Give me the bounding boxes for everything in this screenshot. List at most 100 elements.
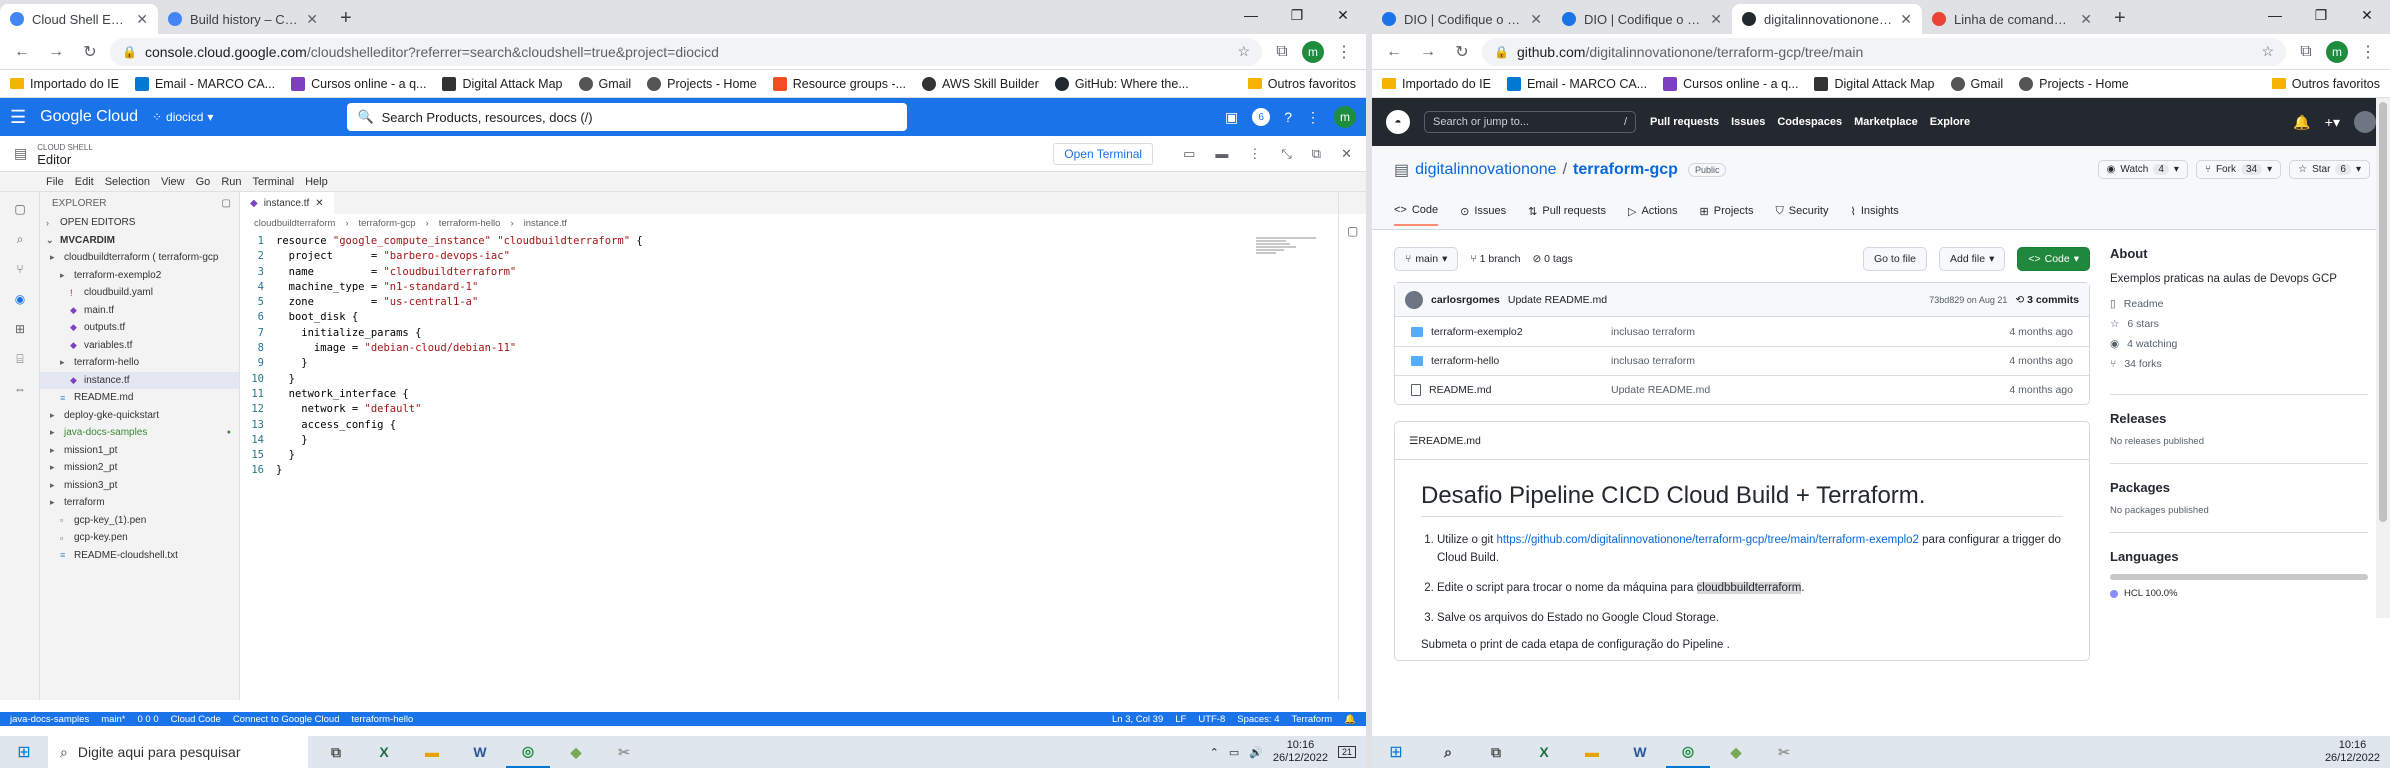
new-tab-button[interactable]: + bbox=[328, 4, 364, 34]
source-control-icon[interactable]: ⑂ bbox=[12, 262, 28, 278]
close-window-icon[interactable]: ✕ bbox=[2344, 0, 2390, 30]
author-avatar[interactable] bbox=[1405, 290, 1423, 309]
fork-button[interactable]: ⑂ Fork 34 ▾ bbox=[2195, 160, 2282, 179]
bookmark-item[interactable]: Projects - Home bbox=[647, 76, 757, 91]
gcp-search-input[interactable]: 🔍 Search Products, resources, docs (/) bbox=[347, 103, 908, 131]
tab-cloud-shell[interactable]: Cloud Shell Editor – Cloud Shell I ✕ bbox=[0, 4, 158, 34]
tree-item[interactable]: ▸ terraform bbox=[40, 494, 239, 512]
file-name[interactable]: terraform-hello bbox=[1411, 355, 1611, 367]
help-icon[interactable]: ? bbox=[1284, 109, 1292, 125]
excel-icon[interactable]: X bbox=[1522, 736, 1566, 768]
bookmark-star-icon[interactable]: ☆ bbox=[2261, 43, 2274, 60]
tree-item[interactable]: ◆ outputs.tf bbox=[40, 319, 239, 337]
status-cursor[interactable]: Ln 3, Col 39 bbox=[1112, 714, 1163, 725]
releases-title[interactable]: Releases bbox=[2110, 411, 2368, 426]
open-editors-section[interactable]: › OPEN EDITORS bbox=[40, 214, 239, 232]
chrome-icon[interactable]: ◎ bbox=[1666, 736, 1710, 768]
commit-meta[interactable]: 73bd829 on Aug 21 bbox=[1929, 295, 2007, 305]
file-row[interactable]: terraform-hello inclusao terraform 4 month… bbox=[1395, 346, 2089, 375]
menu-selection[interactable]: Selection bbox=[105, 176, 150, 188]
status-encoding[interactable]: UTF-8 bbox=[1198, 714, 1225, 725]
menu-help[interactable]: Help bbox=[305, 176, 328, 188]
readme-link[interactable]: ▯ Readme bbox=[2110, 298, 2368, 310]
bookmark-item[interactable]: Digital Attack Map bbox=[442, 76, 563, 91]
bookmark-item[interactable]: Cursos online - a q... bbox=[291, 76, 426, 91]
editor-tab-instance[interactable]: ◆ instance.tf ✕ bbox=[240, 192, 334, 214]
windows-start-icon[interactable]: ⊞ bbox=[1372, 736, 1420, 768]
commits-link[interactable]: ⟲ 3 commits bbox=[2015, 294, 2079, 306]
github-logo-icon[interactable]: ◓ bbox=[1386, 110, 1410, 134]
task-view-icon[interactable]: ⧉ bbox=[1474, 736, 1518, 768]
menu-file[interactable]: File bbox=[46, 176, 64, 188]
tree-item[interactable]: ◆ main.tf bbox=[40, 302, 239, 320]
snipping-tool-icon[interactable]: ✂ bbox=[602, 736, 646, 768]
tree-item[interactable]: ▸ java-docs-samples ● bbox=[40, 424, 239, 442]
bookmark-item[interactable]: Gmail bbox=[578, 76, 631, 91]
minimize-panel-icon[interactable]: ⤡ bbox=[1281, 146, 1291, 162]
tree-item[interactable]: ▸ mission1_pt bbox=[40, 442, 239, 460]
tab-insights[interactable]: ⌇ Insights bbox=[1851, 204, 1899, 226]
go-to-file-button[interactable]: Go to file bbox=[1863, 247, 1928, 271]
windows-start-icon[interactable]: ⊞ bbox=[0, 736, 48, 768]
app-icon[interactable]: ◆ bbox=[1714, 736, 1758, 768]
status-indent[interactable]: Spaces: 4 bbox=[1237, 714, 1279, 725]
tab-dio-1[interactable]: DIO | Codifique o seu f ✕ bbox=[1372, 4, 1552, 34]
close-icon[interactable]: ✕ bbox=[1341, 146, 1352, 162]
watching-link[interactable]: ◉ 4 watching bbox=[2110, 338, 2368, 350]
bookmark-item[interactable]: Gmail bbox=[1950, 76, 2003, 91]
back-icon[interactable]: ← bbox=[1380, 43, 1408, 61]
forward-icon[interactable]: → bbox=[42, 43, 70, 61]
menu-run[interactable]: Run bbox=[221, 176, 241, 188]
status-project[interactable]: java-docs-samples bbox=[10, 714, 89, 725]
tree-item[interactable]: ◆ instance.tf bbox=[40, 371, 239, 389]
extensions-icon[interactable]: ⊞ bbox=[12, 322, 28, 338]
tab-issues[interactable]: ⊙ Issues bbox=[1460, 204, 1506, 226]
bookmark-item[interactable]: Resource groups -... bbox=[772, 76, 906, 91]
nav-explore[interactable]: Explore bbox=[1930, 116, 1970, 128]
list-icon[interactable]: ☰ bbox=[1409, 435, 1418, 447]
webcam-preview-icon[interactable]: ▭ bbox=[1183, 146, 1195, 162]
status-eol[interactable]: LF bbox=[1175, 714, 1186, 725]
tags-link[interactable]: ⊘ 0 tags bbox=[1532, 253, 1572, 265]
close-tab-icon[interactable]: ✕ bbox=[1710, 11, 1722, 28]
nav-issues[interactable]: Issues bbox=[1731, 116, 1765, 128]
cloud-code-icon[interactable]: ◉ bbox=[12, 292, 28, 308]
minimize-icon[interactable]: — bbox=[1228, 0, 1274, 30]
tree-item[interactable]: ◆ variables.tf bbox=[40, 337, 239, 355]
bookmark-item[interactable]: Email - MARCO CA... bbox=[1506, 76, 1647, 91]
layout-icon[interactable]: ▬ bbox=[1215, 146, 1228, 162]
tab-build-history[interactable]: Build history – Cloud Build – dioc ✕ bbox=[158, 4, 328, 34]
workspace-section[interactable]: ⌄ MVCARDIM bbox=[40, 232, 239, 250]
volume-icon[interactable]: 🔊 bbox=[1249, 746, 1263, 759]
bookmark-item[interactable]: Outros favoritos bbox=[1247, 77, 1356, 91]
extensions-icon[interactable]: ⧉ bbox=[2292, 43, 2320, 61]
code-button[interactable]: <> Code ▾ bbox=[2017, 247, 2090, 271]
close-tab-icon[interactable]: ✕ bbox=[1530, 11, 1542, 28]
nav-codespaces[interactable]: Codespaces bbox=[1777, 116, 1842, 128]
file-row[interactable]: README.md Update README.md 4 months ago bbox=[1395, 375, 2089, 404]
add-file-button[interactable]: Add file ▾ bbox=[1939, 247, 2006, 271]
status-cloud-code[interactable]: Cloud Code bbox=[171, 714, 221, 725]
crumb[interactable]: cloudbuildterraform bbox=[254, 218, 335, 229]
stars-link[interactable]: ☆ 6 stars bbox=[2110, 318, 2368, 330]
close-icon[interactable]: ✕ bbox=[315, 198, 323, 209]
remote-icon[interactable]: ⇔ bbox=[12, 382, 28, 398]
hamburger-menu-icon[interactable]: ☰ bbox=[10, 107, 26, 128]
bookmark-item[interactable]: Projects - Home bbox=[2019, 76, 2129, 91]
bookmark-item[interactable]: Importado do IE bbox=[1382, 77, 1491, 91]
file-name[interactable]: terraform-exemplo2 bbox=[1411, 326, 1611, 338]
close-tab-icon[interactable]: ✕ bbox=[136, 11, 148, 28]
file-row[interactable]: terraform-exemplo2 inclusao terraform 4 mo… bbox=[1395, 317, 2089, 346]
profile-avatar[interactable]: m bbox=[1334, 106, 1356, 128]
browser-menu-icon[interactable]: ⋮ bbox=[2354, 42, 2382, 62]
crumb[interactable]: terraform-hello bbox=[439, 218, 501, 229]
open-terminal-button[interactable]: Open Terminal bbox=[1053, 142, 1154, 165]
status-language[interactable]: Terraform bbox=[1292, 714, 1333, 725]
more-icon[interactable]: ⋮ bbox=[1306, 109, 1320, 126]
network-icon[interactable]: ▭ bbox=[1229, 746, 1239, 759]
forward-icon[interactable]: → bbox=[1414, 43, 1442, 61]
user-avatar[interactable] bbox=[2354, 111, 2376, 133]
commit-author[interactable]: carlosrgomes bbox=[1431, 294, 1500, 306]
branch-selector[interactable]: ⑂ main ▾ bbox=[1394, 247, 1459, 271]
status-connect[interactable]: Connect to Google Cloud bbox=[233, 714, 340, 725]
